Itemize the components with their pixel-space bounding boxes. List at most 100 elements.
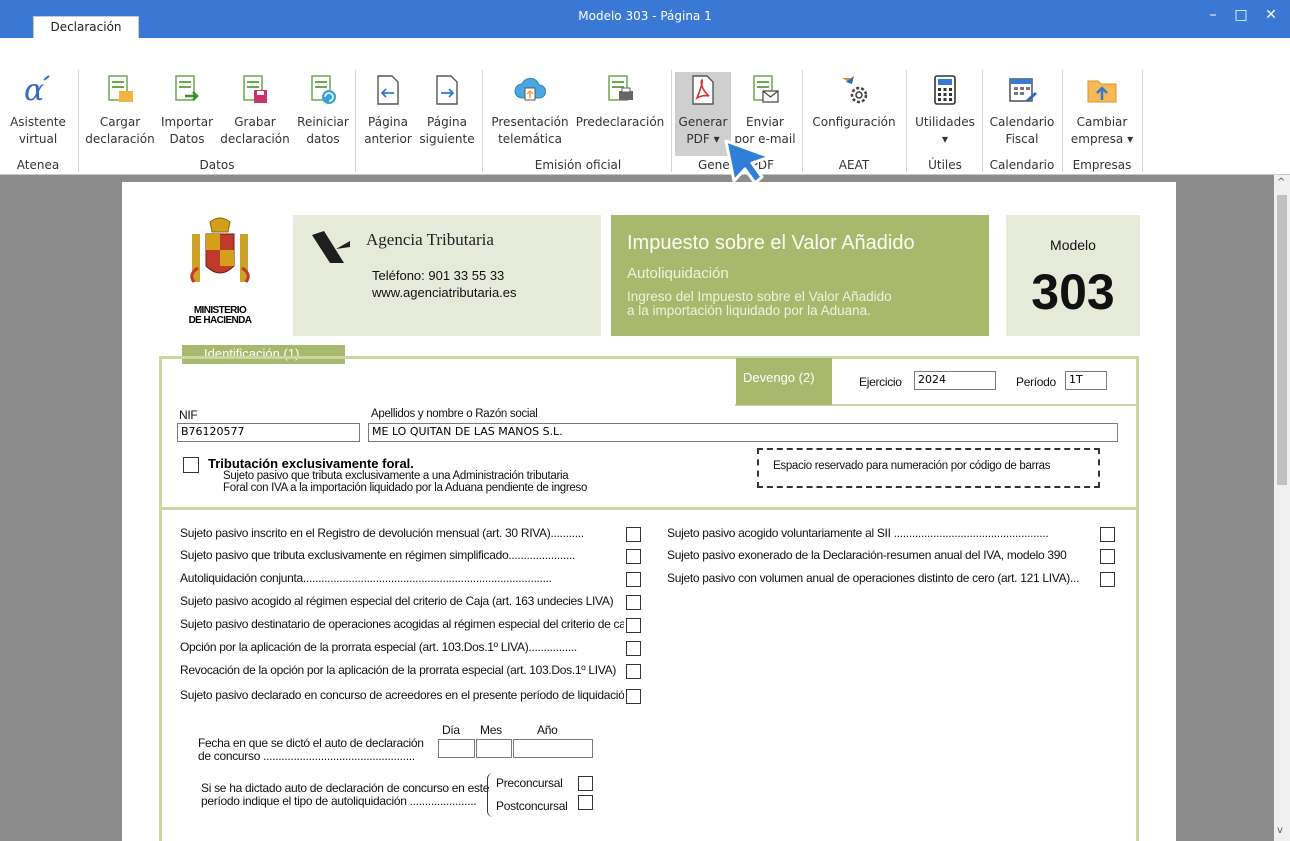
left-item-label: Sujeto pasivo declarado en concurso de a… xyxy=(180,688,624,702)
agencia-box: Agencia Tributaria Teléfono: 901 33 55 3… xyxy=(293,215,601,336)
ministerio-line-2: DE HACIENDA xyxy=(188,315,252,326)
section-border-left xyxy=(159,356,162,841)
postconcursal-label: Postconcursal xyxy=(496,799,568,813)
periodo-label: Período xyxy=(1016,375,1056,389)
mes-label: Mes xyxy=(480,723,502,737)
fecha-line-2: de concurso ............................… xyxy=(198,749,415,763)
identificacion-header: Identificación (1) xyxy=(182,345,345,364)
right-item-checkbox[interactable] xyxy=(1100,527,1115,542)
periodo-input[interactable]: 1T xyxy=(1065,371,1107,390)
preconcursal-checkbox[interactable] xyxy=(578,776,593,791)
left-item-checkbox[interactable] xyxy=(626,618,641,633)
ribbon-separator xyxy=(671,70,672,172)
cargar-label-2: declaración xyxy=(85,132,155,146)
calculator-icon xyxy=(934,75,956,105)
left-item-checkbox[interactable] xyxy=(626,527,641,542)
scroll-down-icon[interactable]: v xyxy=(1277,825,1283,836)
presentacion-telematica-button[interactable]: Presentación telemática xyxy=(488,38,572,156)
ribbon-separator xyxy=(802,70,803,172)
dia-label: Día xyxy=(442,723,460,737)
scroll-thumb[interactable] xyxy=(1277,195,1287,485)
utilidades-label-1: Utilidades xyxy=(915,115,975,129)
window-title: Modelo 303 - Página 1 xyxy=(578,9,712,23)
right-item-label: Sujeto pasivo acogido voluntariamente al… xyxy=(667,526,1049,540)
postconcursal-checkbox[interactable] xyxy=(578,795,593,810)
generar-label-2: PDF ▾ xyxy=(686,132,720,146)
cambiar-empresa-button[interactable]: Cambiar empresa ▾ xyxy=(1066,38,1138,156)
left-item-checkbox[interactable] xyxy=(626,641,641,656)
configuracion-button[interactable]: Configuración xyxy=(806,38,902,156)
vertical-scrollbar[interactable]: ^ v xyxy=(1274,175,1290,841)
section-border-top xyxy=(159,356,1139,359)
importar-icon xyxy=(175,75,199,101)
asistente-virtual-button[interactable]: α Asistente virtual xyxy=(0,38,76,156)
presentacion-label-2: telemática xyxy=(498,132,562,146)
generar-label-1: Generar xyxy=(678,115,728,129)
ingreso-description: Ingreso del Impuesto sobre el Valor Añad… xyxy=(627,290,892,318)
importar-datos-button[interactable]: Importar Datos xyxy=(158,38,216,156)
left-item-checkbox[interactable] xyxy=(626,689,641,704)
fecha-anio-input[interactable] xyxy=(513,739,593,758)
foral-checkbox[interactable] xyxy=(183,457,199,473)
fecha-mes-input[interactable] xyxy=(476,739,512,758)
importar-label-1: Importar xyxy=(160,115,214,129)
section-divider xyxy=(159,507,1139,510)
grabar-label-1: Grabar xyxy=(234,115,276,129)
anterior-label-1: Página xyxy=(368,115,408,129)
razon-social-input[interactable]: ME LO QUITAN DE LAS MANOS S.L. xyxy=(368,423,1118,442)
grabar-declaracion-button[interactable]: Grabar declaración xyxy=(216,38,294,156)
save-icon xyxy=(243,75,267,103)
utilidades-button[interactable]: Utilidades ▾ xyxy=(910,38,980,156)
modelo-box: Modelo 303 xyxy=(1006,215,1140,336)
group-emision-oficial: Emisión oficial xyxy=(534,158,622,172)
left-item-label: Sujeto pasivo destinatario de operacione… xyxy=(180,617,624,631)
right-item-label: Sujeto pasivo exonerado de la Declaració… xyxy=(667,548,1067,562)
maximize-button[interactable]: □ xyxy=(1228,4,1254,26)
minimize-button[interactable]: – xyxy=(1200,4,1226,26)
scroll-up-icon[interactable]: ^ xyxy=(1277,177,1285,188)
devengo-header: Devengo (2) xyxy=(736,358,832,405)
cambiar-label-2: empresa ▾ xyxy=(1070,132,1134,146)
agencia-title: Agencia Tributaria xyxy=(366,230,494,249)
impuesto-box: Impuesto sobre el Valor Añadido Autoliqu… xyxy=(611,215,989,336)
pagina-siguiente-button[interactable]: Página siguiente xyxy=(416,38,478,156)
modelo-number: 303 xyxy=(1031,264,1115,320)
autoliquidacion-label: Autoliquidación xyxy=(627,265,729,282)
left-item-label: Autoliquidación conjunta................… xyxy=(180,571,552,585)
cargar-declaracion-button[interactable]: Cargar declaración xyxy=(82,38,158,156)
pagina-anterior-button[interactable]: Página anterior xyxy=(360,38,416,156)
cloud-upload-icon xyxy=(514,77,546,101)
anterior-label-2: anterior xyxy=(364,132,412,146)
left-item-checkbox[interactable] xyxy=(626,549,641,564)
concurso-bracket xyxy=(487,773,493,817)
importar-label-2: Datos xyxy=(169,132,205,146)
ribbon-separator xyxy=(1062,70,1063,172)
group-aeat: AEAT xyxy=(838,158,870,172)
left-item-label: Sujeto pasivo que tributa exclusivamente… xyxy=(180,548,576,562)
nif-input[interactable]: B76120577 xyxy=(177,423,360,442)
modelo-label: Modelo xyxy=(1050,237,1096,253)
title-bar: Modelo 303 - Página 1 – □ ✕ Declaración xyxy=(0,0,1290,38)
preconcursal-label: Preconcursal xyxy=(496,776,563,790)
left-item-checkbox[interactable] xyxy=(626,572,641,587)
ejercicio-input[interactable]: 2024 xyxy=(914,371,996,390)
calendario-fiscal-button[interactable]: Calendario Fiscal xyxy=(984,38,1060,156)
fecha-dia-input[interactable] xyxy=(438,739,475,758)
ministerio-label: MINISTERIO DE HACIENDA xyxy=(186,306,254,326)
calendario-label-1: Calendario xyxy=(989,115,1055,129)
tab-declaracion[interactable]: Declaración xyxy=(33,16,139,38)
right-item-checkbox[interactable] xyxy=(1100,572,1115,587)
arrow-left-icon xyxy=(377,75,399,105)
ribbon-separator xyxy=(982,70,983,172)
coat-of-arms-icon xyxy=(190,217,250,283)
predeclaracion-button[interactable]: Predeclaración xyxy=(572,38,668,156)
cargar-icon xyxy=(108,75,133,102)
mouse-cursor-icon xyxy=(724,139,772,185)
left-item-checkbox[interactable] xyxy=(626,664,641,679)
right-item-checkbox[interactable] xyxy=(1100,549,1115,564)
reiniciar-datos-button[interactable]: Reiniciar datos xyxy=(294,38,352,156)
left-item-checkbox[interactable] xyxy=(626,595,641,610)
utilidades-label-2: ▾ xyxy=(941,132,949,146)
close-button[interactable]: ✕ xyxy=(1258,4,1284,26)
ribbon-separator xyxy=(906,70,907,172)
